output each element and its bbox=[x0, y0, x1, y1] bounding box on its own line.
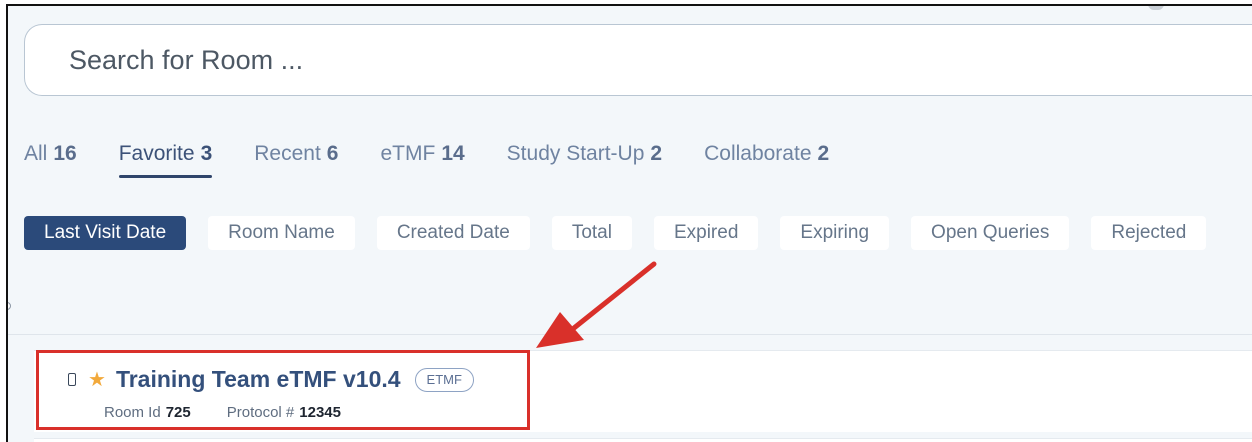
sort-room-name[interactable]: Room Name bbox=[208, 216, 355, 250]
tab-recent[interactable]: Recent 6 bbox=[254, 142, 338, 178]
tab-count: 2 bbox=[650, 142, 663, 165]
tab-collaborate[interactable]: Collaborate 2 bbox=[704, 142, 829, 178]
search-bar[interactable] bbox=[24, 24, 1252, 96]
sort-last-visit-date[interactable]: Last Visit Date bbox=[24, 216, 187, 250]
divider bbox=[8, 334, 1252, 335]
tab-label: Favorite bbox=[118, 142, 195, 165]
tab-label: Collaborate bbox=[704, 142, 812, 165]
tab-count: 16 bbox=[53, 142, 77, 165]
search-input[interactable] bbox=[69, 44, 969, 76]
tab-all[interactable]: All 16 bbox=[24, 142, 77, 178]
tab-study-start-up[interactable]: Study Start-Up 2 bbox=[507, 142, 662, 178]
collapse-handle-icon[interactable] bbox=[8, 302, 11, 310]
sort-created-date[interactable]: Created Date bbox=[376, 216, 530, 250]
sort-expiring[interactable]: Expiring bbox=[780, 216, 890, 250]
room-list: ★ Training Team eTMF v10.4 ETMF Room Id … bbox=[8, 342, 1252, 442]
sort-total[interactable]: Total bbox=[551, 216, 632, 250]
tab-count: 3 bbox=[200, 142, 213, 165]
annotation-highlight-box bbox=[36, 350, 530, 430]
app-frame: All16 Favorite3 Recent6 eTMF14 Study Sta… bbox=[6, 4, 1252, 442]
tab-count: 14 bbox=[441, 142, 465, 165]
tab-label: All bbox=[24, 142, 48, 165]
tab-count: 2 bbox=[817, 142, 830, 165]
tab-etmf[interactable]: eTMF 14 bbox=[380, 142, 464, 178]
tab-count: 6 bbox=[326, 142, 339, 165]
tab-favorite[interactable]: Favorite 3 bbox=[118, 142, 213, 178]
sort-options: Last Visit Date Room Name Created Date T… bbox=[24, 216, 1207, 250]
sort-rejected[interactable]: Rejected bbox=[1091, 216, 1207, 250]
tab-label: eTMF bbox=[380, 142, 436, 165]
sort-expired[interactable]: Expired bbox=[653, 216, 759, 250]
room-tabs: All 16 Favorite 3 Recent 6 eTMF 14 Study Sta… bbox=[24, 142, 871, 178]
sort-open-queries[interactable]: Open Queries bbox=[911, 216, 1070, 250]
room-row[interactable] bbox=[34, 438, 1252, 442]
scroll-knob bbox=[1148, 6, 1164, 10]
tab-label: Recent bbox=[254, 142, 321, 165]
tab-label: Study Start-Up bbox=[506, 142, 645, 165]
